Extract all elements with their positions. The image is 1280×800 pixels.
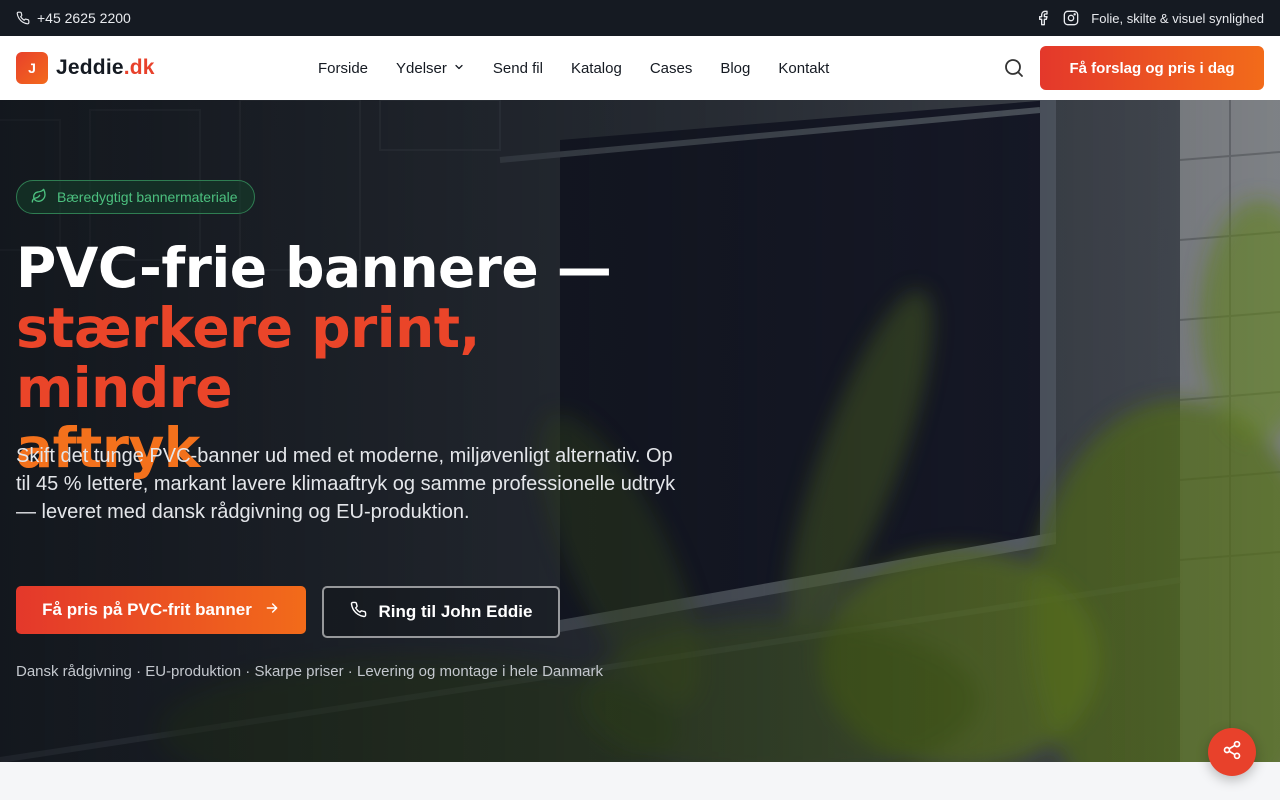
nav-item-send-fil[interactable]: Send fil: [493, 60, 543, 77]
nav-item-cases[interactable]: Cases: [650, 60, 693, 77]
nav-item-ydelser[interactable]: Ydelser: [396, 60, 465, 77]
logo-mark: J: [16, 52, 48, 84]
get-price-button[interactable]: Få pris på PVC-frit banner: [16, 586, 306, 634]
share-icon: [1222, 740, 1242, 765]
trust-line: Dansk rådgivning · EU-produktion · Skarp…: [16, 663, 603, 680]
site-logo[interactable]: J Jeddie.dk: [16, 52, 155, 84]
nav-item-katalog[interactable]: Katalog: [571, 60, 622, 77]
share-button[interactable]: [1208, 728, 1256, 776]
phone-icon: [350, 601, 367, 623]
phone-icon: [16, 11, 30, 25]
facebook-icon[interactable]: [1035, 10, 1051, 26]
hero-lead-text: Skift det tunge PVC-banner ud med et mod…: [16, 445, 676, 523]
call-button-label: Ring til John Eddie: [378, 602, 533, 621]
headline-line-2: stærkere print, mindre: [16, 296, 480, 420]
site-header: J Jeddie.dk Forside Ydelser Send fil Kat…: [0, 36, 1280, 100]
search-icon[interactable]: [1002, 56, 1026, 80]
header-cta-button[interactable]: Få forslag og pris i dag: [1040, 46, 1264, 90]
logo-name: Jeddie: [56, 56, 124, 79]
headline-line-1: PVC-frie bannere —: [16, 236, 612, 300]
instagram-icon[interactable]: [1063, 10, 1079, 26]
call-button[interactable]: Ring til John Eddie: [322, 586, 560, 638]
nav-item-kontakt[interactable]: Kontakt: [778, 60, 829, 77]
sustainability-badge: Bæredygtigt bannermateriale: [16, 180, 255, 214]
nav-item-blog[interactable]: Blog: [720, 60, 750, 77]
main-nav: Forside Ydelser Send fil Katalog Cases B…: [318, 36, 829, 100]
leaf-icon: [31, 188, 47, 207]
chevron-down-icon: [453, 60, 465, 77]
nav-item-forside[interactable]: Forside: [318, 60, 368, 77]
top-bar: +45 2625 2200 Folie, skilte & visuel syn…: [0, 0, 1280, 36]
hero-section: Bæredygtigt bannermateriale PVC-frie ban…: [0, 100, 1280, 762]
nav-item-ydelser-label: Ydelser: [396, 59, 447, 77]
badge-label: Bæredygtigt bannermateriale: [57, 189, 238, 205]
phone-link[interactable]: +45 2625 2200: [16, 10, 131, 26]
logo-tld: .dk: [123, 56, 155, 79]
arrow-right-icon: [264, 600, 280, 621]
logo-text: Jeddie.dk: [56, 56, 155, 80]
topbar-tagline: Folie, skilte & visuel synlighed: [1091, 10, 1264, 26]
next-section-start: [0, 762, 1280, 800]
phone-number: +45 2625 2200: [37, 10, 131, 26]
get-price-label: Få pris på PVC-frit banner: [42, 600, 252, 619]
